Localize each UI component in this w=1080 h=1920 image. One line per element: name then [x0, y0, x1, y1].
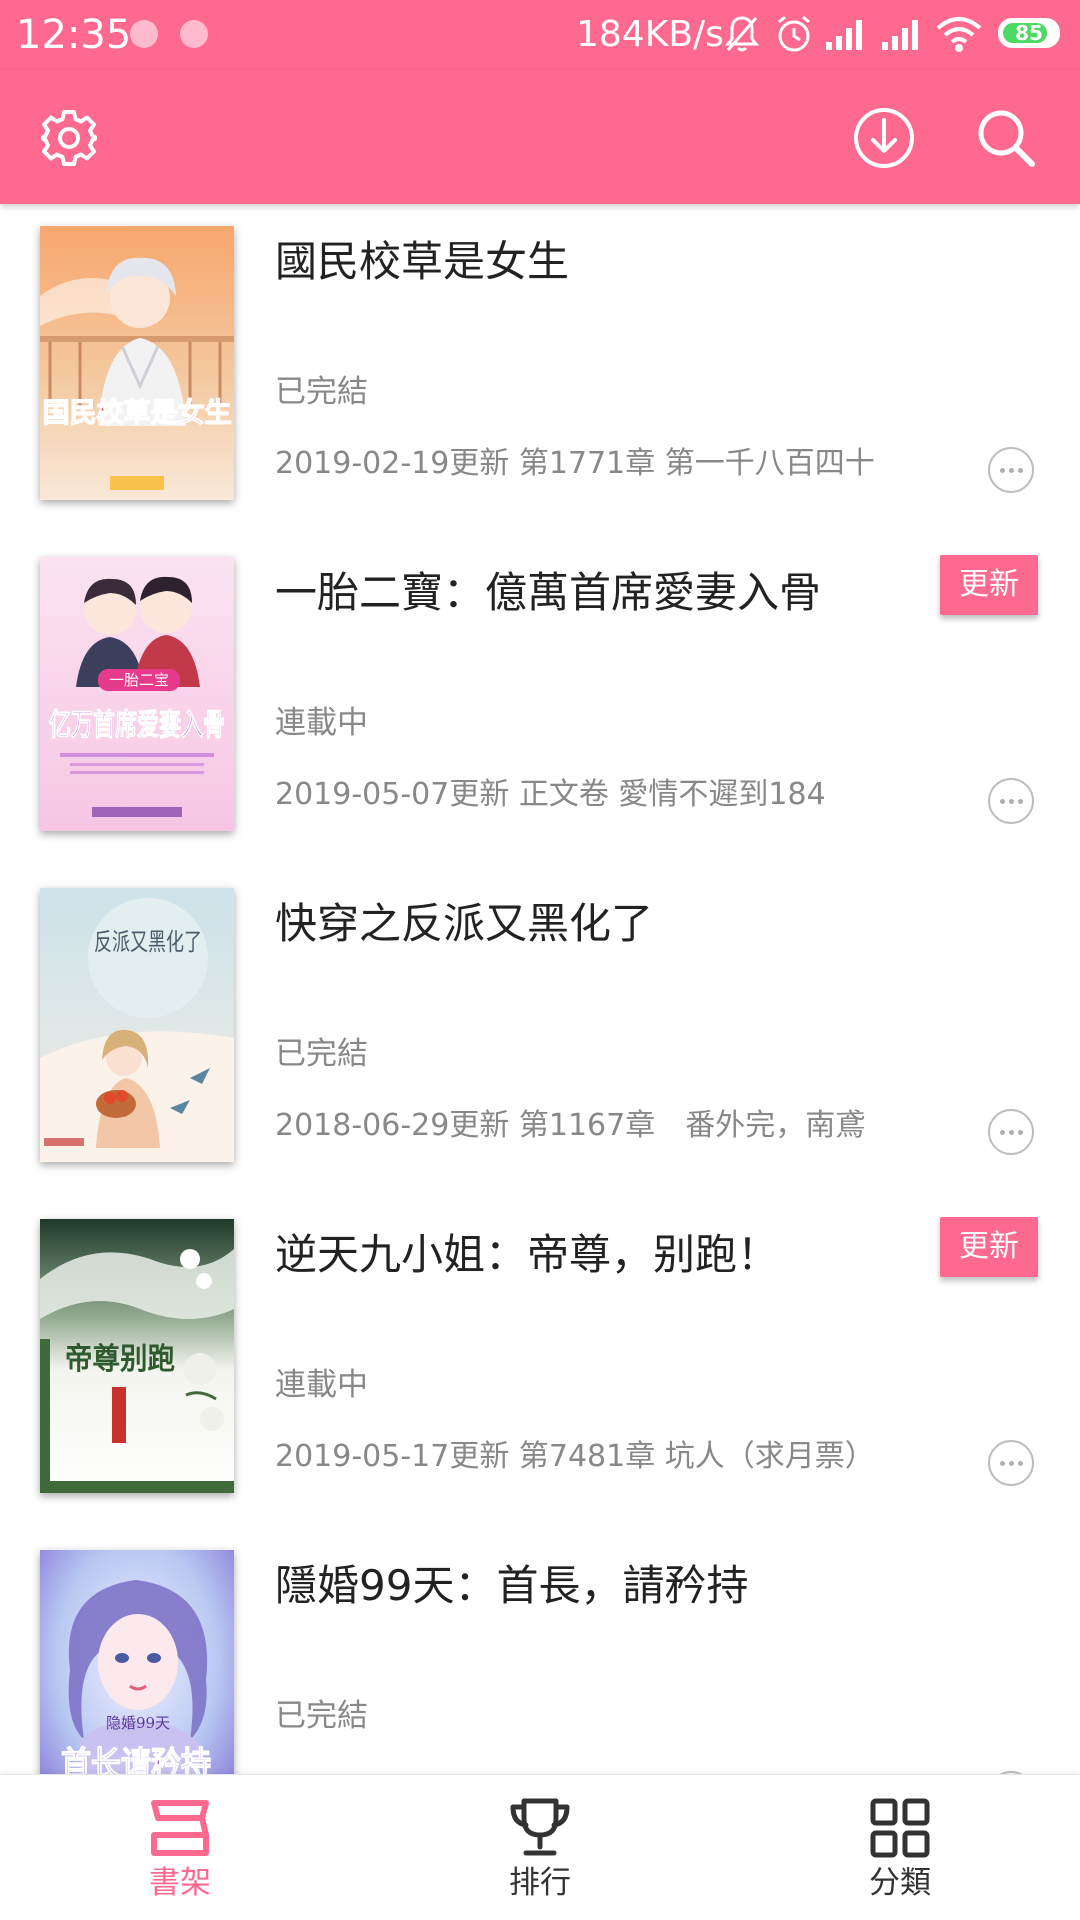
status-time: 12:35 — [16, 12, 132, 58]
nav-label: 排行 — [509, 1865, 571, 1901]
book-item[interactable]: 帝尊别跑 逆天九小姐：帝尊，别跑！ 更新 連載中 2019-05-17更新 第7… — [0, 1197, 1080, 1528]
book-status: 已完結 — [275, 1036, 368, 1072]
wifi-icon — [934, 14, 984, 58]
book-title: 一胎二寶：億萬首席愛妻入骨 — [275, 568, 822, 617]
more-options-button[interactable] — [988, 778, 1034, 824]
book-status: 已完結 — [275, 1698, 368, 1734]
nav-label: 分類 — [869, 1865, 931, 1901]
app-screen: 12:35 184KB/s 85 国民校草是女生 國民校草是女生 已完結 201… — [0, 0, 1080, 1920]
book-item[interactable]: 反派又黑化了 快穿之反派又黑化了 已完結 2018-06-29更新 第1167章… — [0, 866, 1080, 1197]
book-cover[interactable]: 国民校草是女生 — [40, 226, 234, 500]
book-item[interactable]: 隐婚99天 首长请矜持 隱婚99天：首長，請矜持 已完結 — [0, 1528, 1080, 1774]
settings-icon — [41, 110, 97, 166]
signal-icon — [880, 14, 924, 58]
grid-icon — [870, 1798, 930, 1858]
more-options-button[interactable] — [988, 1440, 1034, 1486]
book-status: 連載中 — [275, 705, 368, 741]
trophy-icon — [510, 1798, 570, 1856]
cover-title-text: 首长请矜持 — [61, 1745, 211, 1774]
bookshelf-icon — [151, 1800, 209, 1856]
settings-button[interactable] — [31, 100, 107, 176]
more-options-button[interactable] — [988, 447, 1034, 493]
book-title: 快穿之反派又黑化了 — [275, 899, 654, 948]
book-cover[interactable]: 反派又黑化了 — [40, 888, 234, 1162]
cover-title-text: 反派又黑化了 — [94, 928, 202, 956]
nav-tab-bookshelf[interactable]: 書架 — [0, 1775, 360, 1920]
signal-icon — [824, 14, 868, 58]
cover-title-text: 亿万首席爱妻入骨 — [49, 708, 225, 743]
download-icon — [854, 108, 914, 168]
status-bar: 12:35 184KB/s 85 — [0, 0, 1080, 70]
book-cover[interactable]: 隐婚99天 首长请矜持 — [40, 1550, 234, 1774]
download-button[interactable] — [846, 100, 922, 176]
book-status: 連載中 — [275, 1367, 368, 1403]
nav-label: 書架 — [149, 1865, 211, 1901]
nav-tab-ranking[interactable]: 排行 — [360, 1775, 720, 1920]
book-latest-update: 2019-05-17更新 第7481章 坑人（求月票） — [275, 1439, 875, 1474]
book-title: 隱婚99天：首長，請矜持 — [275, 1561, 749, 1610]
book-title: 國民校草是女生 — [275, 237, 570, 286]
update-badge: 更新 — [940, 1217, 1038, 1277]
book-status: 已完結 — [275, 374, 368, 410]
notification-dot-icon — [180, 20, 208, 48]
search-icon — [978, 110, 1035, 167]
update-badge: 更新 — [940, 555, 1038, 615]
alarm-icon — [775, 14, 813, 58]
book-latest-update: 2019-05-07更新 正文卷 愛情不遲到184 — [275, 777, 826, 812]
cover-title-text: 国民校草是女生 — [43, 397, 232, 429]
bottom-navigation: 書架 排行 分類 — [0, 1774, 1080, 1920]
search-button[interactable] — [968, 100, 1044, 176]
battery-icon: 85 — [998, 18, 1060, 48]
app-bar — [0, 70, 1080, 204]
book-cover[interactable]: 帝尊别跑 — [40, 1219, 234, 1493]
battery-percent: 85 — [1015, 21, 1043, 45]
notification-dot-icon — [130, 20, 158, 48]
cover-subtitle-text: 一胎二宝 — [109, 671, 169, 689]
cover-subtitle-text: 隐婚99天 — [106, 1714, 170, 1732]
cover-title-text: 帝尊别跑 — [65, 1342, 175, 1377]
book-latest-update: 2018-06-29更新 第1167章 番外完，南鳶 — [275, 1108, 866, 1143]
book-cover[interactable]: 一胎二宝 亿万首席爱妻入骨 — [40, 557, 234, 831]
book-latest-update: 2019-02-19更新 第1771章 第一千八百四十 — [275, 446, 875, 481]
mute-icon — [724, 14, 760, 58]
book-item[interactable]: 一胎二宝 亿万首席爱妻入骨 一胎二寶：億萬首席愛妻入骨 更新 連載中 2019-… — [0, 535, 1080, 866]
nav-tab-category[interactable]: 分類 — [720, 1775, 1080, 1920]
network-speed: 184KB/s — [576, 14, 724, 55]
book-title: 逆天九小姐：帝尊，别跑！ — [275, 1230, 780, 1279]
bookshelf-list: 国民校草是女生 國民校草是女生 已完結 2019-02-19更新 第1771章 … — [0, 204, 1080, 1774]
book-item[interactable]: 国民校草是女生 國民校草是女生 已完結 2019-02-19更新 第1771章 … — [0, 204, 1080, 535]
more-options-button[interactable] — [988, 1109, 1034, 1155]
